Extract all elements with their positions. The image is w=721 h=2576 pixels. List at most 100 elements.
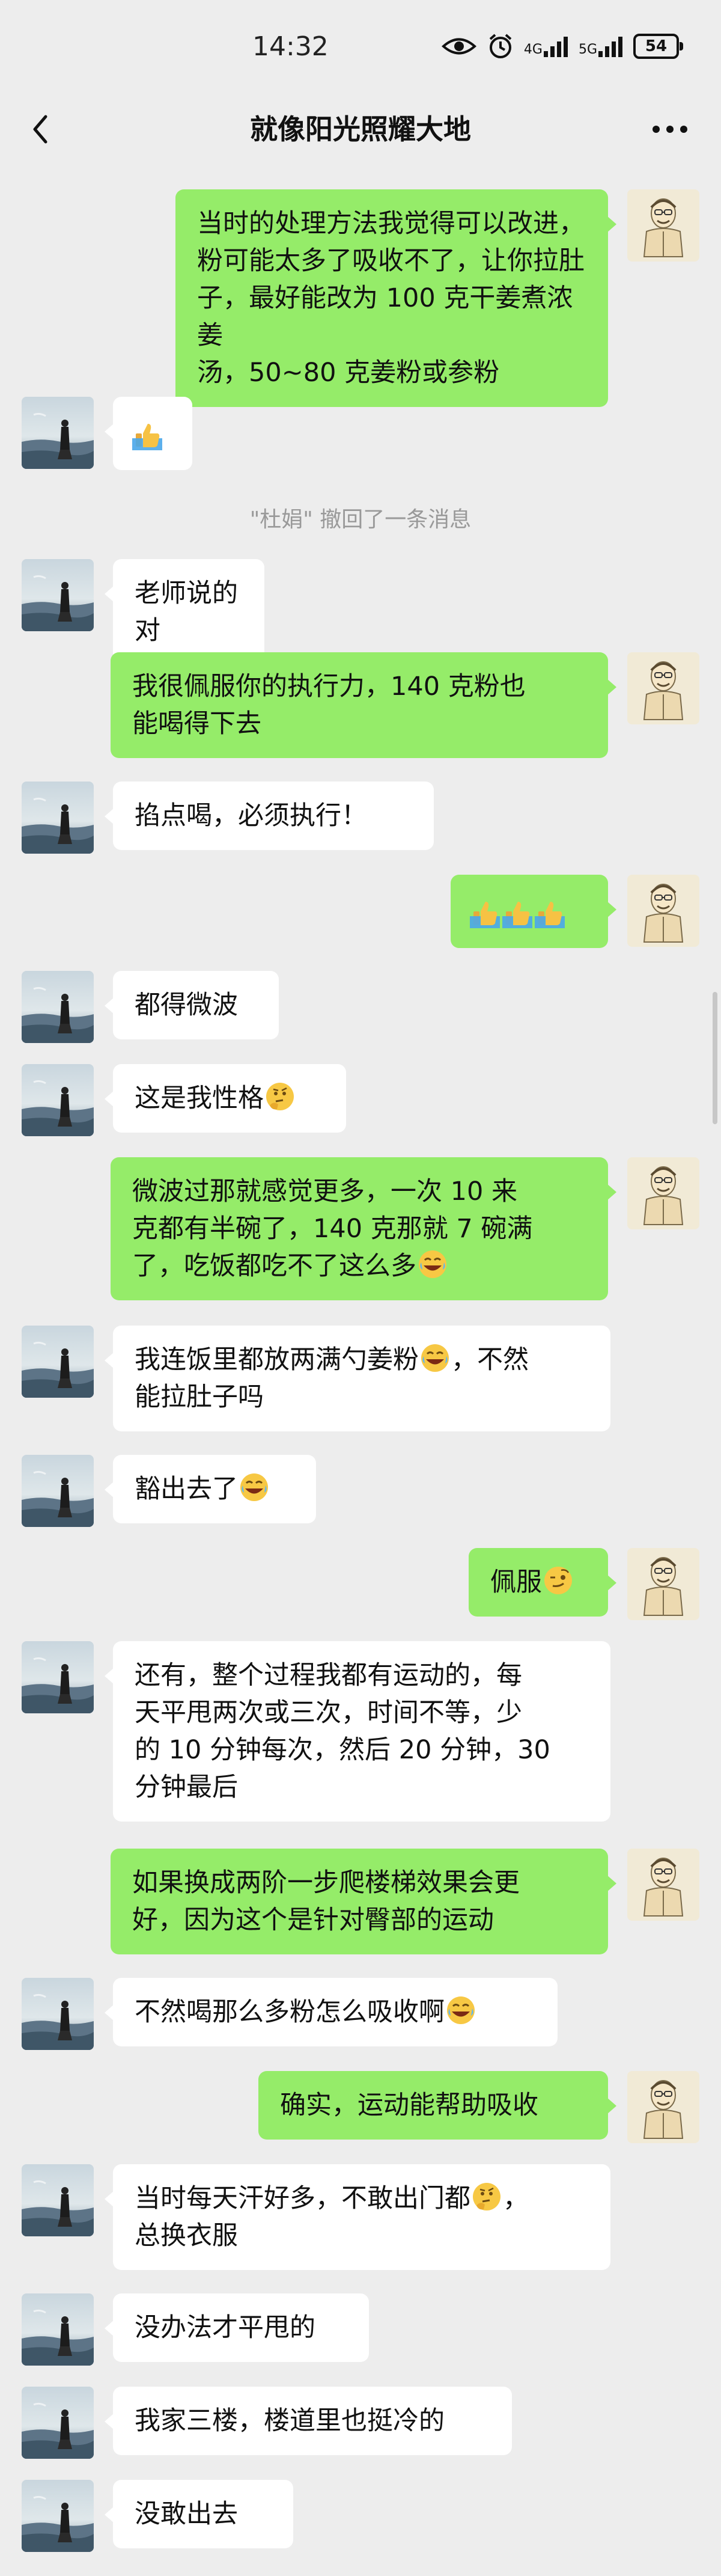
sent-message-bubble[interactable]: 如果换成两阶一步爬楼梯效果会更 好，因为这个是针对臀部的运动 bbox=[111, 1849, 616, 1954]
message-line: 确实，运动能帮助吸收 bbox=[280, 2087, 588, 2124]
message-line: 粉可能太多了吸收不了，让你拉肚 bbox=[197, 242, 588, 280]
battery-icon: 54 bbox=[633, 34, 683, 59]
received-message-bubble[interactable]: 我连饭里都放两满勺姜粉 ，不然 能拉肚子吗 bbox=[105, 1326, 610, 1431]
message-text: 如果换成两阶一步爬楼梯效果会更 bbox=[132, 1868, 520, 1898]
message-text: 当时的处理方法我觉得可以改进， bbox=[197, 209, 585, 239]
message-line: 没敢出去 bbox=[135, 2495, 273, 2533]
message-line: 豁出去了 bbox=[135, 1470, 296, 1508]
message-text: 确实，运动能帮助吸收 bbox=[280, 2090, 538, 2120]
received-message-bubble[interactable]: 我家三楼，楼道里也挺冷的 bbox=[105, 2387, 512, 2455]
chat-title: 就像阳光照耀大地 bbox=[250, 113, 471, 145]
contact-avatar[interactable] bbox=[22, 971, 94, 1043]
contact-avatar[interactable] bbox=[22, 2387, 94, 2459]
message-text: 天平甩两次或三次，时间不等，少 bbox=[135, 1698, 522, 1728]
contact-avatar[interactable] bbox=[22, 559, 94, 631]
received-message-bubble[interactable]: 当时每天汗好多，不敢出门都 ， 总换衣服 bbox=[105, 2164, 610, 2270]
message-line: 我很佩服你的执行力，140 克粉也 bbox=[132, 668, 588, 705]
battery-level: 54 bbox=[645, 37, 668, 55]
message-line: 佩服 bbox=[490, 1564, 588, 1601]
received-message-bubble[interactable]: 还有，整个过程我都有运动的，每 天平甩两次或三次，时间不等，少的 10 分钟每次，… bbox=[105, 1641, 610, 1822]
message-text: 粉可能太多了吸收不了，让你拉肚 bbox=[197, 246, 585, 276]
message-text: 我很佩服你的执行力，140 克粉也 bbox=[132, 672, 526, 702]
message-line: 总换衣服 bbox=[135, 2217, 590, 2254]
contact-avatar[interactable] bbox=[22, 782, 94, 854]
message-text: 了，吃饭都吃不了这么多 bbox=[132, 1251, 416, 1281]
message-text: 不然喝那么多粉怎么吸收啊 bbox=[135, 1997, 445, 2027]
scrollbar-thumb[interactable] bbox=[713, 992, 717, 1124]
contact-avatar[interactable] bbox=[22, 1064, 94, 1136]
received-message-bubble[interactable] bbox=[105, 397, 192, 470]
message-text: 总换衣服 bbox=[135, 2221, 238, 2251]
message-text: 分钟最后 bbox=[135, 1772, 238, 1802]
message-text: ，不然 bbox=[451, 1345, 529, 1375]
signal-4g-icon: 4G bbox=[524, 35, 568, 57]
message-text: 没办法才平甩的 bbox=[135, 2313, 315, 2343]
status-time: 14:32 bbox=[252, 31, 329, 62]
message-text: 没敢出去 bbox=[135, 2499, 238, 2529]
my-avatar[interactable] bbox=[627, 189, 699, 262]
my-avatar[interactable] bbox=[627, 2071, 699, 2143]
received-message-bubble[interactable]: 没敢出去 bbox=[105, 2480, 293, 2548]
status-icons: 4G 5G 54 bbox=[441, 30, 683, 63]
message-text: 能拉肚子吗 bbox=[135, 1382, 264, 1412]
message-line: 子，最好能改为 100 克干姜煮浓姜 bbox=[197, 280, 588, 354]
sent-message-bubble[interactable]: 佩服 bbox=[469, 1548, 616, 1617]
message-text: 子，最好能改为 100 克干姜煮浓姜 bbox=[197, 283, 573, 350]
thumbs-up-icon bbox=[502, 898, 532, 928]
received-message-bubble[interactable]: 不然喝那么多粉怎么吸收啊 bbox=[105, 1978, 558, 2046]
contact-avatar[interactable] bbox=[22, 2480, 94, 2552]
my-avatar[interactable] bbox=[627, 1157, 699, 1229]
contact-avatar[interactable] bbox=[22, 1455, 94, 1527]
message-text: 汤，50~80 克姜粉或参粉 bbox=[197, 358, 500, 388]
laughing-face-icon bbox=[418, 1249, 448, 1279]
message-line: 能喝得下去 bbox=[132, 705, 588, 742]
eye-comfort-icon bbox=[441, 38, 476, 55]
smirk-face-icon bbox=[543, 1565, 573, 1595]
received-message-bubble[interactable]: 没办法才平甩的 bbox=[105, 2293, 369, 2362]
status-bar: 14:32 4G 5G 54 bbox=[0, 0, 721, 90]
recall-notice: "杜娟" 撤回了一条消息 bbox=[249, 507, 472, 532]
sent-message-bubble[interactable]: 确实，运动能帮助吸收 bbox=[258, 2071, 616, 2140]
message-text: 还有，整个过程我都有运动的，每 bbox=[135, 1660, 522, 1690]
sent-message-bubble[interactable]: 我很佩服你的执行力，140 克粉也 能喝得下去 bbox=[111, 652, 616, 758]
received-message-bubble[interactable]: 这是我性格 bbox=[105, 1064, 346, 1133]
my-avatar[interactable] bbox=[627, 1849, 699, 1921]
message-text: 我家三楼，楼道里也挺冷的 bbox=[135, 2406, 445, 2436]
contact-avatar[interactable] bbox=[22, 1641, 94, 1713]
message-line: 不然喝那么多粉怎么吸收啊 bbox=[135, 1993, 537, 2031]
message-line: 的 10 分钟每次，然后 20 分钟，30 bbox=[135, 1731, 590, 1769]
message-text: 这是我性格 bbox=[135, 1083, 264, 1113]
message-line: 老师说的对 bbox=[135, 575, 244, 649]
received-message-bubble[interactable]: 老师说的对 bbox=[105, 559, 264, 665]
contact-avatar[interactable] bbox=[22, 1978, 94, 2050]
sent-message-bubble[interactable]: 微波过那就感觉更多，一次 10 来克都有半碗了，140 克那就 7 碗满 了，吃饭… bbox=[111, 1157, 616, 1300]
message-text: 豁出去了 bbox=[135, 1474, 238, 1504]
message-line: 好，因为这个是针对臀部的运动 bbox=[132, 1901, 588, 1939]
message-line: 如果换成两阶一步爬楼梯效果会更 bbox=[132, 1864, 588, 1901]
contact-avatar[interactable] bbox=[22, 2164, 94, 2236]
message-line: 掐点喝，必须执行！ bbox=[135, 797, 413, 834]
my-avatar[interactable] bbox=[627, 1548, 699, 1620]
my-avatar[interactable] bbox=[627, 652, 699, 724]
message-text: 能喝得下去 bbox=[132, 709, 261, 739]
chat-header: 就像阳光照耀大地 bbox=[0, 90, 721, 168]
contact-avatar[interactable] bbox=[22, 2293, 94, 2366]
message-line: 分钟最后 bbox=[135, 1769, 590, 1806]
received-message-bubble[interactable]: 都得微波 bbox=[105, 971, 279, 1039]
sent-message-bubble[interactable]: 当时的处理方法我觉得可以改进， 粉可能太多了吸收不了，让你拉肚子，最好能改为 10… bbox=[175, 189, 616, 407]
message-line: 当时每天汗好多，不敢出门都 ， bbox=[135, 2180, 590, 2217]
sent-message-bubble[interactable] bbox=[451, 875, 616, 948]
more-options-icon[interactable] bbox=[649, 120, 691, 138]
message-line: 我家三楼，楼道里也挺冷的 bbox=[135, 2402, 491, 2440]
my-avatar[interactable] bbox=[627, 875, 699, 947]
received-message-bubble[interactable]: 掐点喝，必须执行！ bbox=[105, 782, 434, 850]
laughing-face-icon bbox=[446, 1995, 476, 2025]
message-text: 都得微波 bbox=[135, 990, 238, 1020]
received-message-bubble[interactable]: 豁出去了 bbox=[105, 1455, 316, 1523]
network-5g-label: 5G bbox=[578, 42, 597, 57]
thumbs-up-icon bbox=[132, 420, 162, 450]
message-text: 掐点喝，必须执行！ bbox=[135, 801, 367, 831]
contact-avatar[interactable] bbox=[22, 397, 94, 469]
message-line: 微波过那就感觉更多，一次 10 来 bbox=[132, 1173, 588, 1210]
contact-avatar[interactable] bbox=[22, 1326, 94, 1398]
